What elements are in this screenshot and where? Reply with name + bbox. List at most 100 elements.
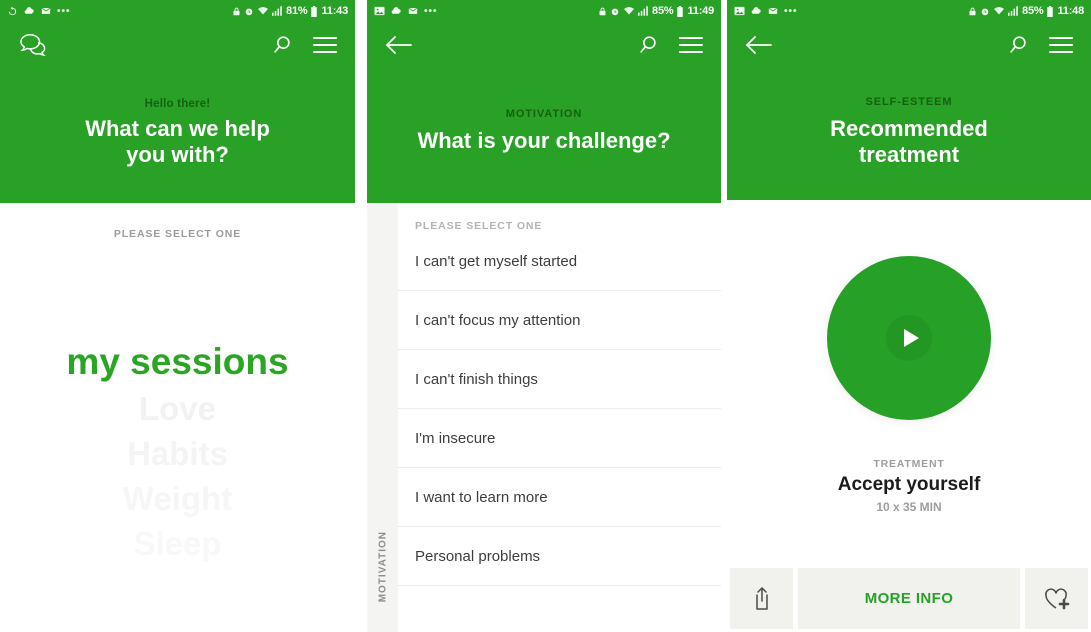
treatment-headline-line2: treatment [858, 141, 960, 167]
lock-icon [232, 6, 241, 17]
play-triangle [903, 329, 919, 347]
status-bar-right: 81% 11:43 [232, 5, 348, 17]
home-headline-line1: What can we help [85, 116, 270, 141]
screen-divider-1 [355, 0, 367, 632]
session-category-list: my sessions Love Habits Weight Sleep [0, 343, 355, 560]
treatment-app-bar [727, 22, 1091, 68]
status-bar-left: ••• [374, 6, 598, 17]
wifi-icon [623, 6, 635, 16]
battery-icon [1046, 5, 1054, 17]
back-arrow-icon[interactable] [745, 35, 773, 55]
status-bar-left: ••• [7, 6, 232, 17]
cloud-icon [750, 6, 762, 17]
treatment-title: Accept yourself [837, 474, 981, 495]
clock-time: 11:48 [1057, 5, 1084, 17]
home-eyebrow: Hello there! [144, 98, 211, 110]
challenge-header: ••• 85% 11:49 MOTIVATION What is your ch… [367, 0, 721, 203]
lock-icon [968, 6, 977, 17]
favorite-button[interactable] [1025, 568, 1088, 629]
treatment-headline: Recommended treatment [745, 116, 1073, 167]
share-button[interactable] [730, 568, 793, 629]
mail-icon [767, 6, 779, 16]
status-bar: ••• 85% [727, 0, 1091, 22]
home-body: PLEASE SELECT ONE my sessions Love Habit… [0, 203, 355, 632]
play-icon [886, 315, 932, 361]
wifi-icon [993, 6, 1005, 16]
treatment-body: TREATMENT Accept yourself 10 x 35 MIN MO… [727, 200, 1091, 632]
signal-icon [272, 6, 283, 16]
list-item[interactable]: I can't get myself started [398, 232, 721, 291]
clock-time: 11:43 [321, 5, 348, 17]
treatment-headline-line1: Recommended [830, 116, 988, 141]
session-item-love[interactable]: Love [0, 392, 355, 425]
mail-icon [407, 6, 419, 16]
battery-icon [676, 5, 684, 17]
cloud-icon [23, 6, 35, 17]
search-icon[interactable] [271, 34, 293, 56]
search-icon[interactable] [637, 34, 659, 56]
mail-icon [40, 6, 52, 16]
status-bar: ••• 81% 11:43 [0, 0, 355, 22]
treatment-header-text: SELF-ESTEEM Recommended treatment [727, 96, 1091, 167]
battery-percent: 85% [1022, 5, 1044, 17]
battery-percent: 81% [286, 5, 308, 17]
challenge-app-bar [367, 22, 721, 68]
battery-icon [310, 5, 318, 17]
play-button[interactable] [827, 256, 991, 420]
status-bar-right: 85% 11:49 [598, 5, 714, 17]
search-icon[interactable] [1007, 34, 1029, 56]
home-headline-line2: you with? [126, 141, 229, 167]
session-item-habits[interactable]: Habits [0, 437, 355, 470]
more-info-label: MORE INFO [864, 590, 954, 607]
home-app-bar [0, 22, 355, 68]
signal-icon [638, 6, 649, 16]
signal-icon [1008, 6, 1019, 16]
home-select-one-label: PLEASE SELECT ONE [113, 228, 242, 240]
status-bar-right: 85% 11:48 [968, 5, 1084, 17]
home-headline: What can we help you with? [18, 116, 337, 167]
hamburger-menu-icon[interactable] [1049, 36, 1073, 54]
challenge-option-list: PLEASE SELECT ONE I can't get myself sta… [398, 203, 721, 632]
list-item[interactable]: Personal problems [398, 527, 721, 586]
cloud-icon [390, 6, 402, 17]
session-item-my-sessions[interactable]: my sessions [0, 343, 355, 380]
category-rail: MOTIVATION [367, 203, 398, 632]
overflow-dots: ••• [57, 5, 71, 17]
heart-plus-icon [1043, 586, 1071, 612]
battery-percent: 85% [652, 5, 674, 17]
treatment-info: TREATMENT Accept yourself 10 x 35 MIN [727, 458, 1091, 514]
challenge-eyebrow: MOTIVATION [505, 108, 583, 120]
challenge-headline: What is your challenge? [417, 128, 671, 153]
home-header-text: Hello there! What can we help you with? [0, 98, 355, 167]
session-item-weight[interactable]: Weight [0, 482, 355, 515]
treatment-header: ••• 85% 11:48 SELF-ESTEEM Recommended tr… [727, 0, 1091, 200]
list-item[interactable]: I want to learn more [398, 468, 721, 527]
overflow-dots: ••• [784, 5, 798, 17]
hamburger-menu-icon[interactable] [679, 36, 703, 54]
treatment-duration: 10 x 35 MIN [876, 500, 942, 514]
challenge-body: MOTIVATION PLEASE SELECT ONE I can't get… [367, 203, 721, 632]
chat-bubbles-icon[interactable] [18, 32, 48, 58]
treatment-label: TREATMENT [873, 458, 945, 470]
image-icon [374, 6, 385, 16]
back-arrow-icon[interactable] [385, 35, 413, 55]
rail-label-motivation: MOTIVATION [377, 530, 388, 602]
list-item[interactable]: I can't focus my attention [398, 291, 721, 350]
list-item[interactable]: I can't finish things [398, 350, 721, 409]
wifi-icon [257, 6, 269, 16]
list-item[interactable]: I'm insecure [398, 409, 721, 468]
phone-screen-treatment: ••• 85% 11:48 SELF-ESTEEM Recommended tr… [727, 0, 1091, 632]
treatment-eyebrow: SELF-ESTEEM [865, 96, 953, 108]
image-icon [734, 6, 745, 16]
session-item-sleep[interactable]: Sleep [0, 527, 355, 560]
phone-screen-challenge: ••• 85% 11:49 MOTIVATION What is your ch… [367, 0, 721, 632]
hamburger-menu-icon[interactable] [313, 36, 337, 54]
phone-screen-home: ••• 81% 11:43 Hello there! What can we h… [0, 0, 355, 632]
challenge-select-one-label: PLEASE SELECT ONE [415, 220, 543, 232]
three-phone-screens: ••• 81% 11:43 Hello there! What can we h… [0, 0, 1091, 632]
more-info-button[interactable]: MORE INFO [798, 568, 1020, 629]
share-icon [750, 586, 774, 612]
overflow-dots: ••• [424, 5, 438, 17]
status-bar-left: ••• [734, 6, 968, 17]
clock-time: 11:49 [687, 5, 714, 17]
